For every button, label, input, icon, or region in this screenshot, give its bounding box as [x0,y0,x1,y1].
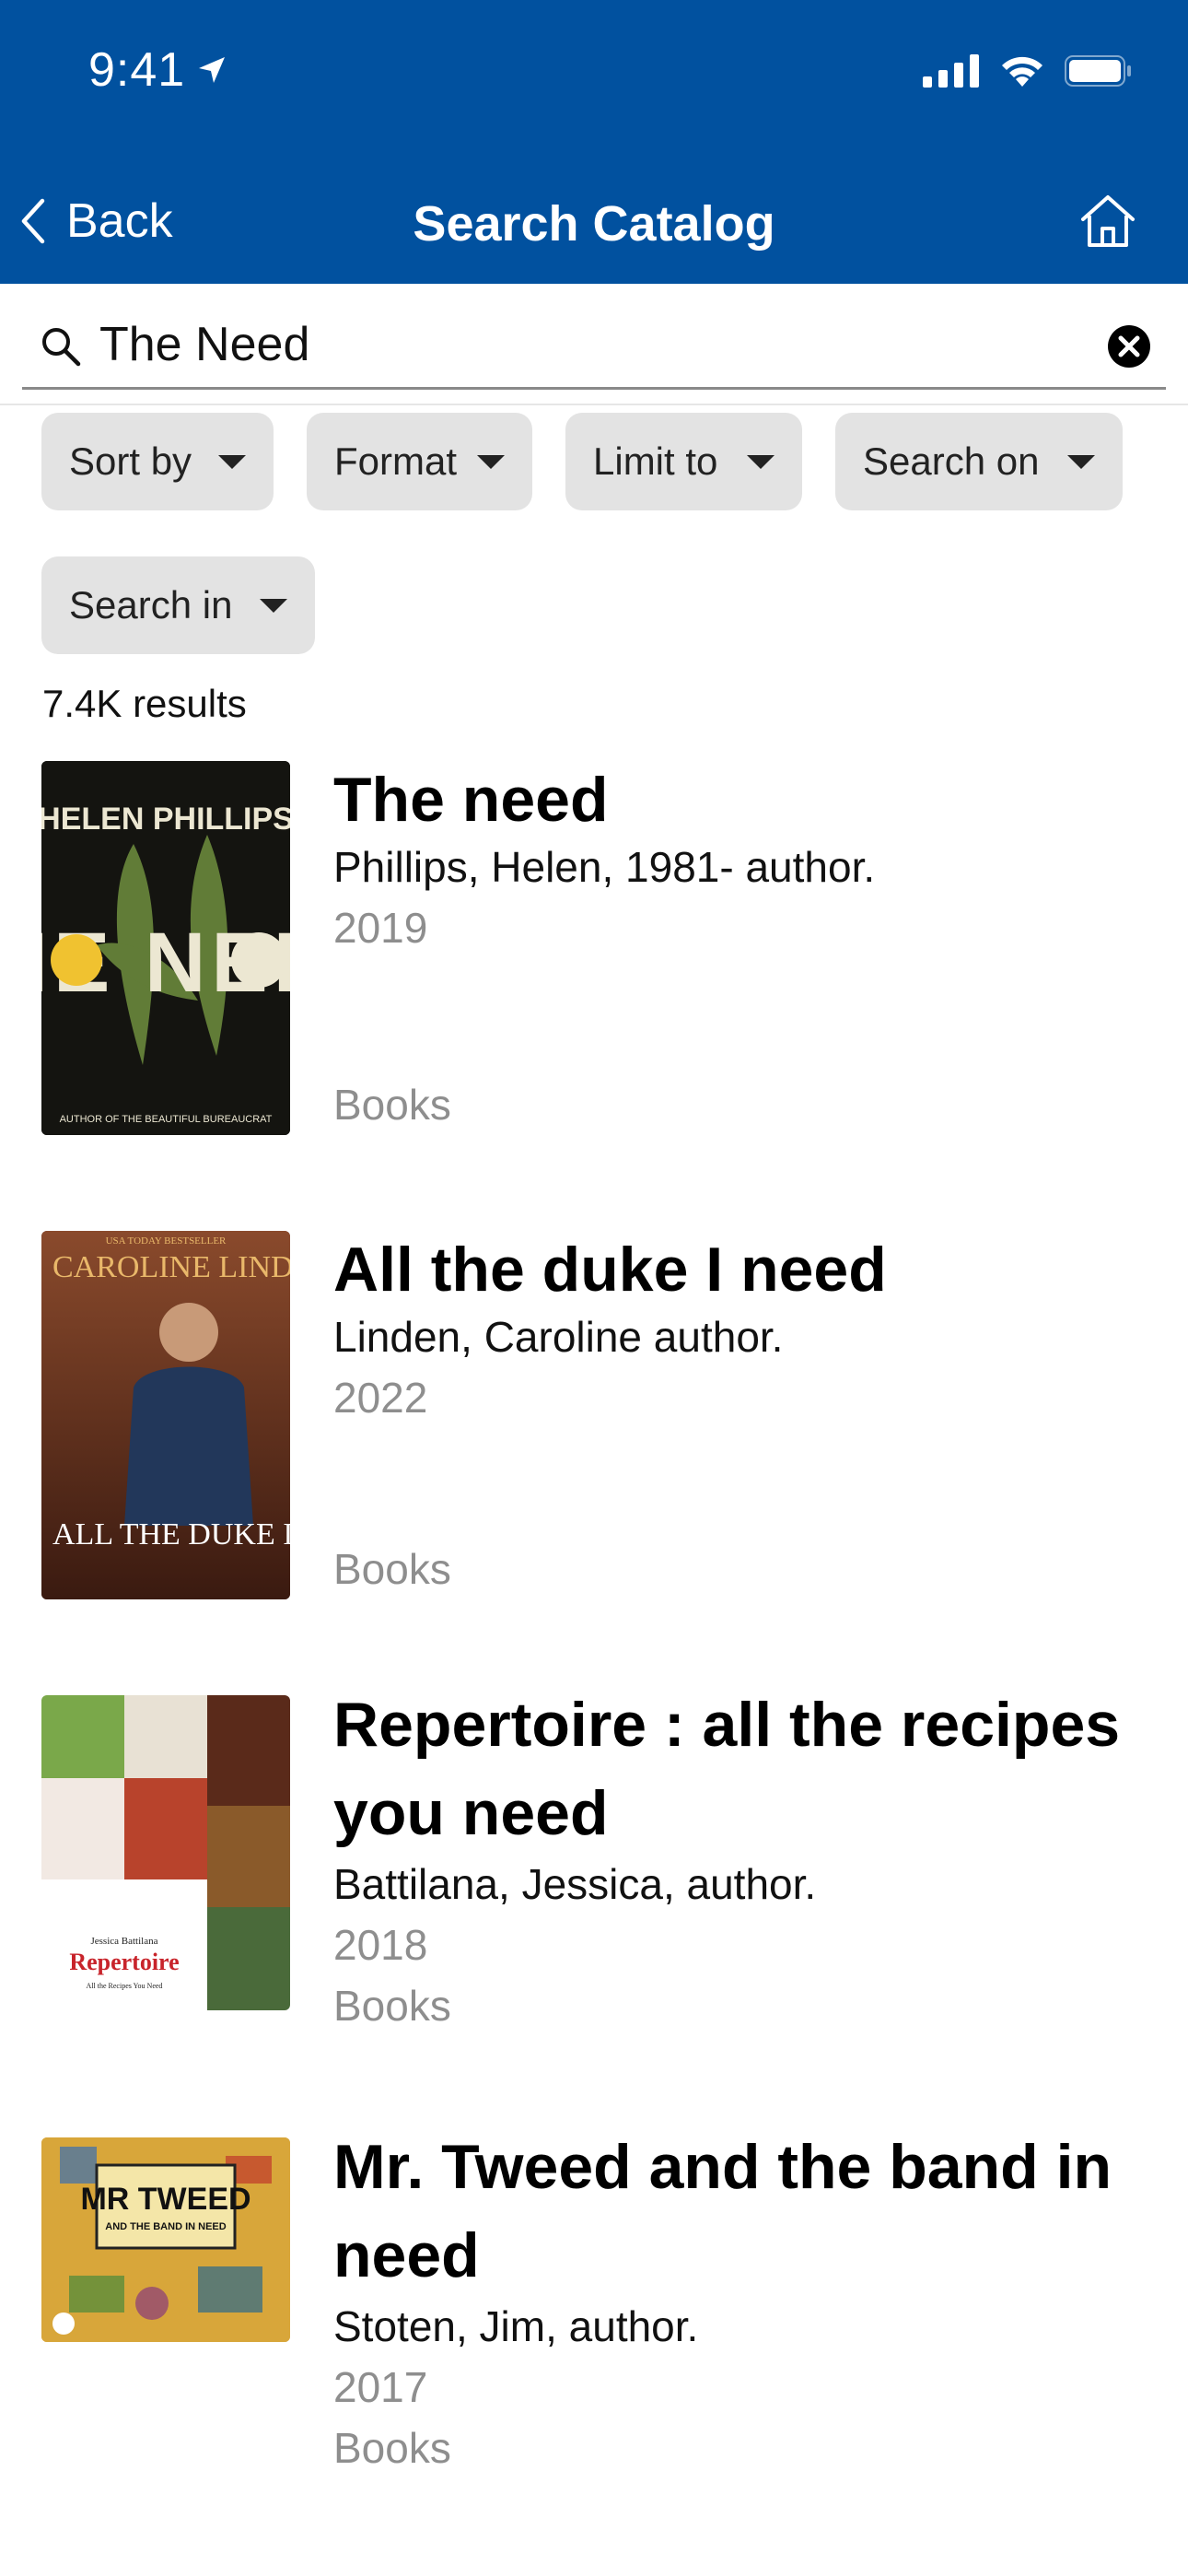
result-format: Books [333,1081,451,1129]
result-author: Stoten, Jim, author. [333,2302,699,2350]
result-author: Phillips, Helen, 1981- author. [333,843,876,891]
result-year: 2017 [333,2363,428,2411]
result-item[interactable]: Jessica Battilana Repertoire All the Rec… [0,1690,1188,2058]
result-title: Mr. Tweed and the band in need [333,2132,1112,2290]
filter-label: Limit to [593,439,718,483]
page-title: Search Catalog [413,196,775,252]
result-year: 2022 [333,1374,428,1422]
filter-label: Search in [69,583,233,626]
filter-label: Search on [863,439,1040,483]
result-item[interactable]: MR TWEED AND THE BAND IN NEED Mr. Tweed … [0,2132,1188,2500]
result-title: Repertoire : all the recipes you need [333,1690,1121,1848]
cover-author-text: CAROLINE LINDEN [52,1250,290,1284]
cover-title-text: MR TWEED [80,2182,250,2217]
book-cover: MR TWEED AND THE BAND IN NEED [41,2137,290,2342]
filter-label: Format [334,439,458,483]
result-title: All the duke I need [333,1235,887,1305]
cover-sub-text: AND THE BAND IN NEED [105,2221,226,2232]
search-input[interactable] [99,315,1076,374]
caret-down-icon [477,454,505,469]
result-format: Books [333,1545,451,1593]
sort-by-filter[interactable]: Sort by [41,413,274,510]
book-cover-art: MR TWEED AND THE BAND IN NEED [41,2137,290,2342]
result-year: 2018 [333,1921,428,1969]
book-cover: HELEN PHILLIPS THE NEED AUTHOR OF THE BE… [41,761,290,1135]
caret-down-icon [218,454,246,469]
results-count: 7.4K results [42,682,247,725]
result-format: Books [333,1982,451,2030]
book-cover: USA TODAY BESTSELLER CAROLINE LINDEN ALL… [41,1231,290,1599]
result-author: Linden, Caroline author. [333,1313,784,1361]
clear-icon [1108,325,1150,368]
search-icon [42,328,81,367]
cellular-signal-icon [923,54,979,88]
result-title: The need [333,765,609,835]
battery-icon [1065,55,1131,87]
home-button[interactable] [1079,193,1136,253]
caret-down-icon [260,598,287,613]
cover-author-text: Jessica Battilana [90,1936,157,1947]
cover-author-text: HELEN PHILLIPS [41,802,290,837]
cover-top-text: USA TODAY BESTSELLER [106,1235,227,1247]
navigation-header: 9:41 Back Search Catalog [0,0,1188,284]
book-cover-art: Jessica Battilana Repertoire All the Rec… [41,1695,290,2010]
result-format: Books [333,2424,451,2472]
book-cover-art: USA TODAY BESTSELLER CAROLINE LINDEN ALL… [41,1231,290,1599]
result-item[interactable]: USA TODAY BESTSELLER CAROLINE LINDEN ALL… [0,1225,1188,1622]
home-icon [1081,195,1135,247]
search-in-filter[interactable]: Search in [41,556,315,654]
clear-search-button[interactable] [1107,324,1151,373]
book-cover-art: HELEN PHILLIPS THE NEED AUTHOR OF THE BE… [41,761,290,1135]
status-time: 9:41 [88,43,186,97]
location-arrow-icon [199,57,225,83]
status-indicators [923,53,1133,88]
result-year: 2019 [333,904,428,952]
wifi-icon [1002,56,1042,87]
cover-footer-text: AUTHOR OF THE BEAUTIFUL BUREAUCRAT [60,1114,273,1125]
book-cover: Jessica Battilana Repertoire All the Rec… [41,1695,290,2010]
search-divider [0,404,1188,405]
result-author: Battilana, Jessica, author. [333,1860,817,1908]
cover-sub-text: All the Recipes You Need [87,1982,163,1990]
limit-to-filter[interactable]: Limit to [565,413,802,510]
caret-down-icon [747,454,775,469]
cover-title-text: Repertoire [69,1949,179,1975]
result-item[interactable]: HELEN PHILLIPS THE NEED AUTHOR OF THE BE… [0,755,1188,1152]
search-bar [22,306,1166,390]
filter-label: Sort by [69,439,192,483]
caret-down-icon [1067,454,1095,469]
search-on-filter[interactable]: Search on [835,413,1123,510]
format-filter[interactable]: Format [307,413,532,510]
cover-title-text: ALL THE DUKE I NEED [52,1517,290,1551]
